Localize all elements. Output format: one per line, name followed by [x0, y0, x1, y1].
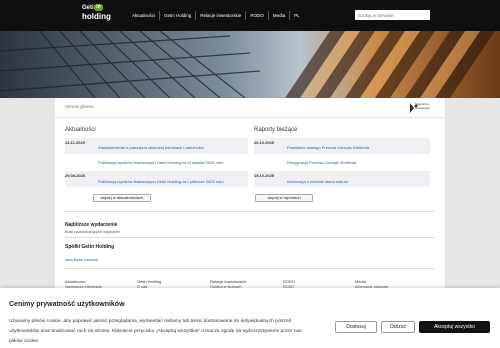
- news-item-link[interactable]: Zawiadomienie o powzięciu zbiorczej domi…: [98, 145, 204, 150]
- breadcrumb-bar: Strona główna Nagrodzona Innowacyjna: [55, 98, 445, 118]
- footer-col-title[interactable]: Media: [355, 279, 366, 284]
- cookie-description-line: plików cookie.: [9, 339, 40, 344]
- cookie-title: Cenimy prywatność użytkowników: [9, 301, 125, 308]
- cookie-consent-banner: Cenimy prywatność użytkowników Używamy p…: [0, 288, 500, 348]
- award-badge: Nagrodzona Innowacyjna: [406, 101, 430, 115]
- nav-item-rodo[interactable]: RODO: [246, 11, 269, 20]
- search-input[interactable]: [355, 10, 430, 20]
- report-date: 15.10.2025: [254, 173, 275, 178]
- report-item-link[interactable]: Informacja o zmianie stanu statutu: [287, 179, 348, 184]
- nav-item-aktualnosci[interactable]: Aktualności: [128, 11, 161, 20]
- companies-title: Spółki Getin Holding: [65, 244, 115, 250]
- award-badge-line2: Innowacyjna: [415, 107, 430, 110]
- customize-cookies-button[interactable]: Dostosuj: [335, 321, 377, 333]
- section-divider: [65, 211, 435, 212]
- cookie-description: Używamy plików cookie, aby poprawić jako…: [9, 317, 309, 347]
- reports-section-title: Raporty bieżące: [254, 127, 298, 133]
- accept-all-cookies-button[interactable]: Akceptuj wszystko: [419, 321, 490, 333]
- nav-item-getin-holding[interactable]: Getin Holding: [160, 11, 197, 20]
- footer-col-title[interactable]: Getin Holding: [137, 279, 161, 284]
- footer-col-title[interactable]: RODO: [283, 279, 295, 284]
- reject-cookies-button[interactable]: Odrzuć: [381, 321, 415, 333]
- section-divider: [65, 237, 435, 238]
- breadcrumb[interactable]: Strona główna: [65, 104, 94, 109]
- news-item-link[interactable]: Publikacja wyników finansowych Getin Hol…: [98, 160, 223, 165]
- next-event-title: Najbliższe wydarzenie: [65, 222, 118, 228]
- footer-col-title[interactable]: Relacje inwestorskie: [210, 279, 246, 284]
- report-date: 20.10.2025: [254, 140, 275, 145]
- report-item-link[interactable]: Rezygnacja Prezesa Zarządu Emitenta: [287, 160, 356, 165]
- language-switch[interactable]: PL: [290, 11, 304, 20]
- top-navigation-bar: Getin in holding Aktualności Getin Holdi…: [0, 0, 500, 31]
- company-link[interactable]: Idea Bank Ukraina: [65, 257, 98, 262]
- main-nav: Aktualności Getin Holding Relacje inwest…: [128, 11, 304, 20]
- cookie-description-line: użytkowników oraz analizować ruch na str…: [9, 329, 302, 334]
- cookie-description-line: Używamy plików cookie, aby poprawić jako…: [9, 319, 292, 324]
- news-item-link[interactable]: Publikacja wyników finansowych Getin Hol…: [98, 179, 224, 184]
- news-date: 13.11.2025: [65, 140, 85, 145]
- next-event-text: Brak nadchodzących wydarzeń: [65, 229, 121, 234]
- news-section-title: Aktualności: [65, 127, 96, 133]
- nav-item-relacje-inwestorskie[interactable]: Relacje inwestorskie: [196, 11, 247, 20]
- logo-text-holding: holding: [82, 12, 111, 21]
- news-date: 29.08.2025: [65, 173, 86, 178]
- logo-badge: in: [94, 4, 103, 11]
- footer-col-title[interactable]: Aktualności: [65, 279, 85, 284]
- more-reports-button[interactable]: więcej w raportach: [255, 194, 313, 202]
- section-divider: [65, 268, 435, 269]
- award-badge-line1: Nagrodzona: [415, 103, 430, 106]
- hero-banner-image: [0, 31, 500, 98]
- more-news-button[interactable]: więcej w aktualnościach: [93, 194, 151, 202]
- report-item-link[interactable]: Powołanie nowego Prezesa Zarządu Emitent…: [287, 145, 369, 150]
- nav-item-media[interactable]: Media: [269, 11, 291, 20]
- main-content: Aktualności 13.11.2025 Zawiadomienie o p…: [55, 118, 445, 289]
